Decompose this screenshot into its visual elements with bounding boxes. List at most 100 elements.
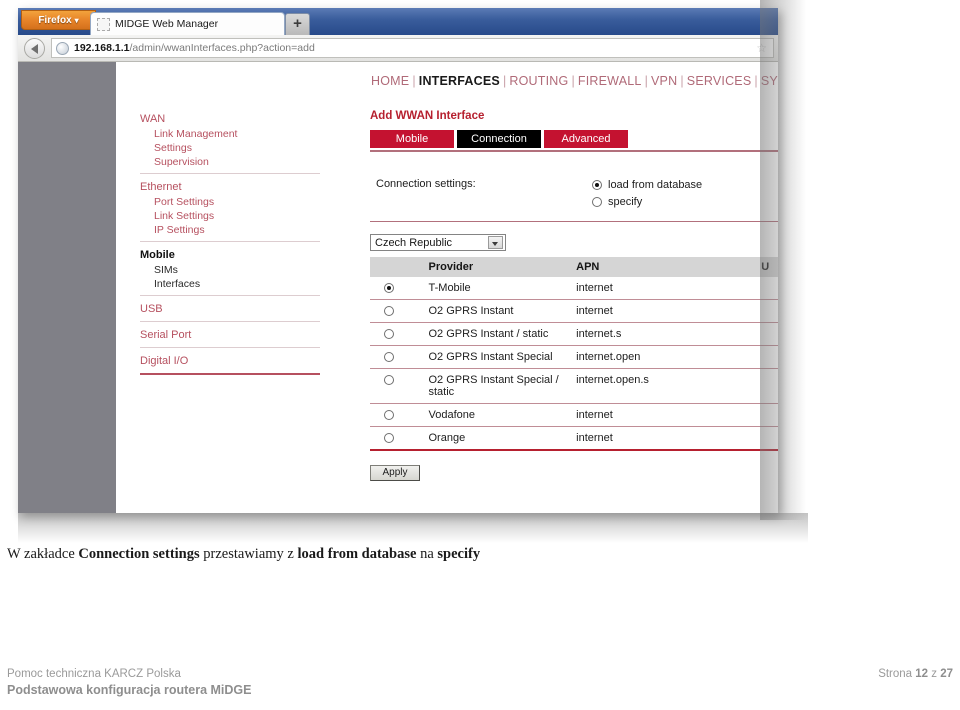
radio-option-specify[interactable]: specify xyxy=(592,193,702,210)
sidebar-divider xyxy=(140,321,320,322)
page-title: Add WWAN Interface xyxy=(370,110,485,122)
chevron-down-icon[interactable] xyxy=(488,236,503,249)
screenshot-bottom-fade xyxy=(18,513,808,543)
row-select-cell[interactable] xyxy=(370,277,429,300)
sidebar-item-ethernet[interactable]: Ethernet xyxy=(140,178,320,195)
site-top-navigation: HOME | INTERFACES | ROUTING | FIREWALL | VPN | SER… xyxy=(116,62,778,100)
footer-page-middle: z xyxy=(928,668,941,680)
sidebar-subitem-settings[interactable]: Settings xyxy=(140,141,320,155)
main-content-panel: Add WWAN Interface Mobile Connection Advan… xyxy=(370,110,778,481)
nav-item-interfaces[interactable]: INTERFACES xyxy=(419,74,500,88)
table-row[interactable]: Vodafone internet xyxy=(370,403,778,427)
provider-table: Provider APN U T-Mobile internet O2 GPRS I… xyxy=(370,257,778,451)
cell-username xyxy=(761,403,778,427)
provider-table-body: T-Mobile internet O2 GPRS Instant internet O… xyxy=(370,277,778,451)
sidebar-item-serial-port[interactable]: Serial Port xyxy=(140,326,320,343)
sidebar-subitem-ip-settings[interactable]: IP Settings xyxy=(140,223,320,237)
connection-settings-label: Connection settings: xyxy=(376,178,476,190)
browser-window-screenshot: Firefox ▾ MIDGE Web Manager + 192.168.1.1… xyxy=(18,8,778,513)
cell-username xyxy=(761,322,778,346)
nav-item-vpn[interactable]: VPN xyxy=(651,74,677,88)
table-row[interactable]: Orange internet xyxy=(370,426,778,451)
footer-top-row: Pomoc techniczna KARCZ Polska Strona 12 … xyxy=(7,668,953,680)
caption-part-2: przestawiamy z xyxy=(199,546,298,562)
sidebar-subitem-sims[interactable]: SIMs xyxy=(140,263,320,277)
sidebar-subitem-interfaces[interactable]: Interfaces xyxy=(140,277,320,291)
provider-table-header-row: Provider APN U xyxy=(370,257,778,277)
sidebar-subitem-link-management[interactable]: Link Management xyxy=(140,127,320,141)
table-row[interactable]: O2 GPRS Instant internet xyxy=(370,299,778,323)
sidebar-item-usb[interactable]: USB xyxy=(140,300,320,317)
sidebar-subitem-link-settings[interactable]: Link Settings xyxy=(140,209,320,223)
cell-apn: internet xyxy=(576,277,762,300)
row-select-cell[interactable] xyxy=(370,322,429,346)
table-row[interactable]: O2 GPRS Instant / static internet.s xyxy=(370,322,778,346)
firefox-menu-button[interactable]: Firefox ▾ xyxy=(21,10,96,30)
cell-username xyxy=(761,368,778,404)
table-row[interactable]: O2 GPRS Instant Special / static internet… xyxy=(370,368,778,404)
sidebar-item-digital-i-o[interactable]: Digital I/O xyxy=(140,352,320,369)
sidebar-divider xyxy=(140,373,320,375)
cell-provider: T-Mobile xyxy=(428,277,577,300)
footer-document-title: Podstawowa konfiguracja routera MiDGE xyxy=(7,683,252,697)
cell-username xyxy=(761,345,778,369)
sidebar-group-wan: WAN Link Management Settings Supervision xyxy=(140,110,320,169)
radio-option-load-from-database[interactable]: load from database xyxy=(592,176,702,193)
bookmark-star-icon[interactable]: ☆ xyxy=(756,42,767,54)
sidebar-divider xyxy=(140,295,320,296)
tab-mobile[interactable]: Mobile xyxy=(370,130,454,148)
table-row[interactable]: T-Mobile internet xyxy=(370,277,778,300)
web-page-viewport: HOME | INTERFACES | ROUTING | FIREWALL | VPN | SER… xyxy=(18,62,778,513)
sidebar-item-wan[interactable]: WAN xyxy=(140,110,320,127)
radio-icon[interactable] xyxy=(384,283,394,293)
header-username: U xyxy=(761,257,778,277)
footer-page-prefix: Strona xyxy=(878,668,916,680)
browser-tab-midge[interactable]: MIDGE Web Manager xyxy=(90,12,285,35)
row-select-cell[interactable] xyxy=(370,426,429,451)
radio-option-label: specify xyxy=(608,195,643,208)
country-select[interactable]: Czech Republic xyxy=(370,234,506,251)
new-tab-button[interactable]: + xyxy=(285,13,310,35)
cell-provider: O2 GPRS Instant xyxy=(428,299,577,323)
nav-separator: | xyxy=(412,74,416,88)
sidebar-item-mobile[interactable]: Mobile xyxy=(140,246,320,263)
header-provider: Provider xyxy=(428,257,577,277)
radio-icon[interactable] xyxy=(384,410,394,420)
radio-icon[interactable] xyxy=(384,375,394,385)
row-select-cell[interactable] xyxy=(370,299,429,323)
radio-icon[interactable] xyxy=(592,179,602,190)
apply-button[interactable]: Apply xyxy=(370,465,420,481)
sidebar-divider xyxy=(140,173,320,174)
url-address-bar[interactable]: 192.168.1.1/admin/wwanInterfaces.php?act… xyxy=(51,38,774,58)
table-row[interactable]: O2 GPRS Instant Special internet.open xyxy=(370,345,778,369)
radio-icon[interactable] xyxy=(384,433,394,443)
nav-item-home[interactable]: HOME xyxy=(371,74,409,88)
caption-part-3: na xyxy=(416,546,438,562)
radio-icon[interactable] xyxy=(384,306,394,316)
radio-icon[interactable] xyxy=(384,352,394,362)
row-select-cell[interactable] xyxy=(370,403,429,427)
browser-tab-title: MIDGE Web Manager xyxy=(115,18,219,30)
nav-item-firewall[interactable]: FIREWALL xyxy=(578,74,642,88)
row-select-cell[interactable] xyxy=(370,345,429,369)
globe-icon xyxy=(56,41,69,55)
browser-tabstrip: Firefox ▾ MIDGE Web Manager + xyxy=(18,8,778,35)
row-select-cell[interactable] xyxy=(370,368,429,404)
radio-icon[interactable] xyxy=(592,196,602,207)
sidebar-subitem-port-settings[interactable]: Port Settings xyxy=(140,195,320,209)
tab-connection[interactable]: Connection xyxy=(457,130,541,148)
sidebar-subitem-supervision[interactable]: Supervision xyxy=(140,155,320,169)
nav-item-sy[interactable]: SY xyxy=(761,74,778,88)
chevron-down-icon: ▾ xyxy=(74,16,79,25)
cell-apn: internet.s xyxy=(576,322,762,346)
radio-icon[interactable] xyxy=(384,329,394,339)
nav-item-routing[interactable]: ROUTING xyxy=(509,74,568,88)
cell-provider: O2 GPRS Instant Special / static xyxy=(428,368,577,404)
nav-item-services[interactable]: SERVICES xyxy=(687,74,752,88)
tab-advanced[interactable]: Advanced xyxy=(544,130,628,148)
footer-page-number: 12 xyxy=(915,668,929,680)
url-host: 192.168.1.1 xyxy=(74,42,130,54)
firefox-menu-label: Firefox xyxy=(38,15,72,26)
back-arrow-icon[interactable] xyxy=(24,37,45,59)
radio-option-label: load from database xyxy=(608,178,703,191)
